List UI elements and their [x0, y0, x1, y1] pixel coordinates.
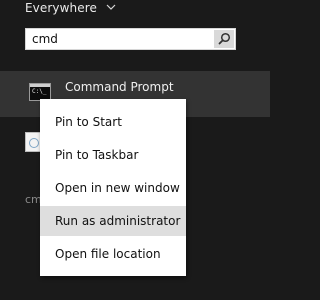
search-input[interactable] [26, 29, 211, 49]
search-scope-label: Everywhere [25, 1, 97, 15]
context-menu: Pin to Start Pin to Taskbar Open in new … [40, 99, 186, 276]
app-icon[interactable] [25, 132, 41, 152]
search-icon [218, 30, 231, 49]
menu-item-run-as-administrator[interactable]: Run as administrator [40, 206, 186, 236]
menu-item-open-file-location[interactable]: Open file location [40, 239, 186, 269]
search-button[interactable] [214, 30, 234, 48]
search-result-title: Command Prompt [65, 80, 174, 94]
menu-item-pin-to-taskbar[interactable]: Pin to Taskbar [40, 140, 186, 170]
search-scope-dropdown[interactable]: Everywhere [25, 0, 116, 16]
search-box [25, 28, 236, 50]
menu-item-open-in-new-window[interactable]: Open in new window [40, 173, 186, 203]
menu-item-pin-to-start[interactable]: Pin to Start [40, 107, 186, 137]
chevron-down-icon [106, 2, 116, 13]
